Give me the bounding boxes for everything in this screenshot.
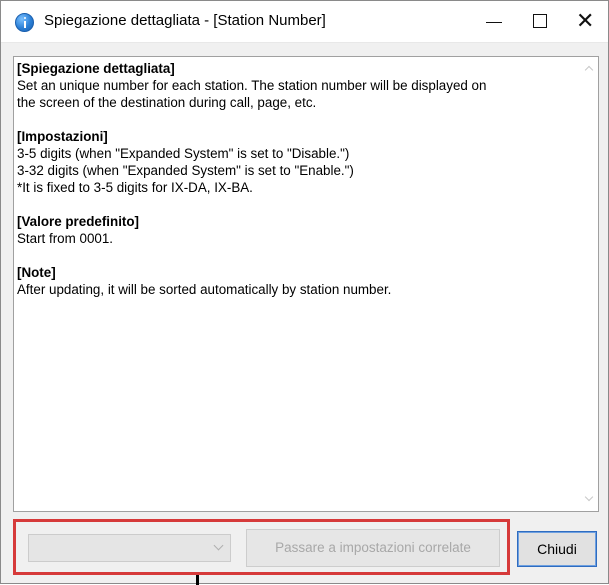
section-line: After updating, it will be sorted automa… [17,282,392,297]
explanation-text: [Spiegazione dettagliata] Set an unique … [17,60,579,298]
section-heading: [Impostazioni] [17,129,108,144]
section-line: the screen of the destination during cal… [17,95,317,110]
section-line: 3-32 digits (when "Expanded System" is s… [17,163,354,178]
window-title: Spiegazione dettagliata - [Station Numbe… [44,12,326,29]
maximize-button[interactable] [517,1,563,43]
vertical-scrollbar[interactable] [581,57,598,511]
close-button[interactable]: Chiudi [517,531,597,567]
dialog-window: Spiegazione dettagliata - [Station Numbe… [0,0,609,585]
section-heading: [Note] [17,265,56,280]
info-icon [15,13,34,32]
section-line: Start from 0001. [17,231,114,246]
scroll-up-arrow-icon[interactable] [584,63,595,74]
chevron-down-icon[interactable] [209,535,230,561]
maximize-icon [533,14,547,28]
minimize-icon [486,22,502,23]
minimize-button[interactable] [471,1,517,43]
section-line: Set an unique number for each station. T… [17,78,487,93]
explanation-text-box[interactable]: [Spiegazione dettagliata] Set an unique … [13,56,599,512]
section-heading: [Spiegazione dettagliata] [17,61,175,76]
section-line: 3-5 digits (when "Expanded System" is se… [17,146,350,161]
title-bar[interactable]: Spiegazione dettagliata - [Station Numbe… [1,1,608,43]
scroll-down-arrow-icon[interactable] [584,494,595,505]
related-settings-select[interactable] [28,534,231,562]
go-to-related-settings-button[interactable]: Passare a impostazioni correlate [246,529,500,567]
close-icon: ✕ [576,8,595,33]
section-line: *It is fixed to 3-5 digits for IX-DA, IX… [17,180,253,195]
close-window-button[interactable]: ✕ [562,1,608,43]
section-heading: [Valore predefinito] [17,214,140,229]
